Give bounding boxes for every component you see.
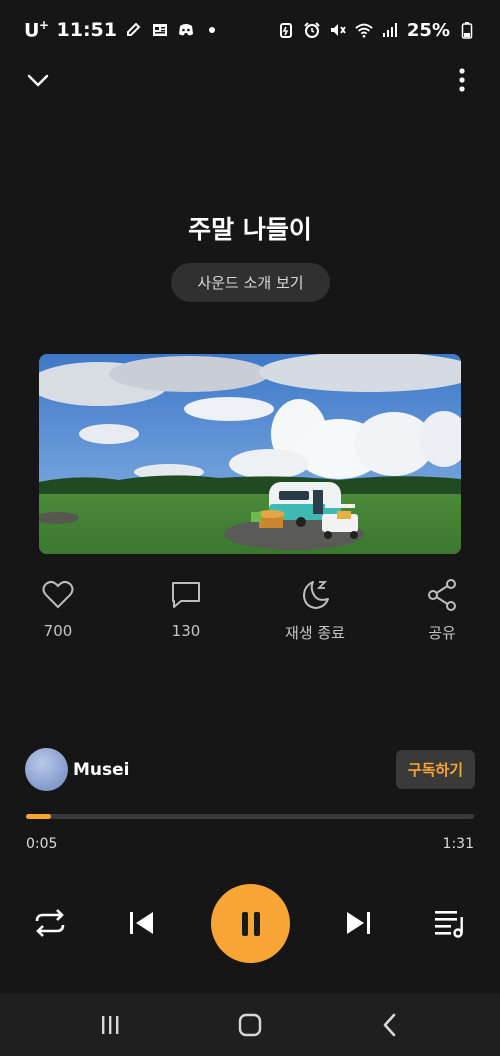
channel-avatar[interactable]: [25, 748, 68, 791]
system-nav-bar: [0, 994, 500, 1056]
pause-button[interactable]: [211, 884, 290, 963]
camper-field-image: [39, 354, 461, 554]
signal-icon: [381, 21, 399, 39]
channel-name[interactable]: Musei: [73, 760, 130, 780]
chevron-down-icon: [27, 74, 49, 87]
news-icon: [151, 21, 169, 39]
progress-fill: [26, 814, 51, 819]
player-screen: U+ 11:51 25% 주말 나들이 사운드 소개 보기 700 130 재생…: [0, 0, 500, 1056]
dot-icon: [203, 21, 221, 39]
comment-icon: [172, 582, 200, 608]
clock: 11:51: [56, 18, 117, 41]
alarm-icon: [303, 21, 321, 39]
action-row: 700 130 재생 종료 공유: [0, 578, 500, 648]
heart-icon: [42, 580, 74, 609]
like-count: 700: [43, 622, 73, 640]
pause-icon: [241, 911, 260, 936]
playlist-button[interactable]: [432, 905, 468, 941]
share-button[interactable]: 공유: [387, 578, 497, 643]
comment-button[interactable]: 130: [131, 578, 241, 640]
home-icon: [238, 1013, 262, 1037]
repeat-icon: [35, 909, 65, 937]
total-time: 1:31: [442, 836, 474, 852]
sleep-timer-button[interactable]: 재생 종료: [260, 578, 370, 643]
repeat-button[interactable]: [32, 905, 68, 941]
wifi-icon: [355, 21, 373, 39]
share-label: 공유: [428, 624, 456, 642]
sound-title: 주말 나들이: [188, 215, 312, 244]
recent-apps-button[interactable]: [97, 1012, 123, 1038]
current-time: 0:05: [26, 836, 58, 852]
status-left: U+ 11:51: [24, 18, 221, 42]
more-options-button[interactable]: [448, 66, 476, 94]
playback-controls: [0, 883, 500, 963]
channel-row: Musei 구독하기: [25, 748, 475, 792]
home-button[interactable]: [237, 1012, 263, 1038]
back-icon: [383, 1013, 396, 1037]
progress-bar[interactable]: [26, 814, 474, 819]
sleep-timer-label: 재생 종료: [285, 624, 345, 642]
moon-icon: [303, 581, 329, 609]
sound-intro-button[interactable]: 사운드 소개 보기: [171, 263, 330, 302]
pencil-icon: [125, 21, 143, 39]
status-right: 25%: [277, 20, 476, 41]
mute-icon: [329, 21, 347, 39]
comment-count: 130: [171, 622, 201, 640]
battery-icon: [458, 21, 476, 39]
subscribe-button[interactable]: 구독하기: [396, 750, 475, 789]
collapse-button[interactable]: [24, 66, 52, 94]
more-vertical-icon: [459, 68, 465, 92]
status-bar: U+ 11:51 25%: [0, 0, 500, 60]
carrier-label: U+: [24, 18, 49, 42]
recent-apps-icon: [102, 1016, 119, 1034]
playlist-icon: [435, 911, 463, 938]
top-bar: [0, 62, 500, 96]
like-button[interactable]: 700: [3, 578, 113, 640]
sound-artwork: [39, 354, 461, 554]
discord-icon: [177, 21, 195, 39]
battery-saver-icon: [277, 21, 295, 39]
skip-previous-icon: [130, 912, 153, 934]
back-button[interactable]: [377, 1012, 403, 1038]
battery-percent: 25%: [406, 19, 450, 41]
previous-button[interactable]: [123, 905, 159, 941]
next-button[interactable]: [341, 905, 377, 941]
share-icon: [428, 579, 456, 611]
skip-next-icon: [347, 912, 370, 934]
